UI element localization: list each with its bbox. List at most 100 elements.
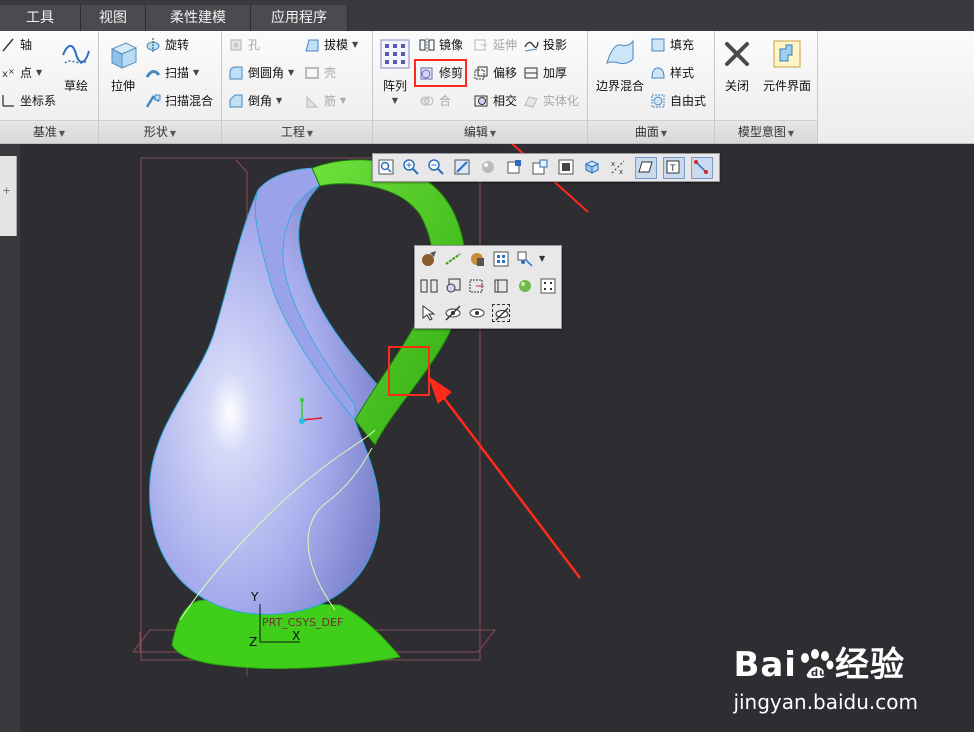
chamfer-label: 倒角 <box>248 94 273 108</box>
group-label-editing[interactable]: 编辑 ▼ <box>373 120 587 143</box>
pattern-button[interactable]: 阵列 ▼ <box>377 37 413 105</box>
fill-button[interactable]: 填充 <box>650 34 694 56</box>
tab-tools[interactable]: 工具 <box>0 5 81 31</box>
group-label-datum[interactable]: 基准 ▼ <box>0 120 98 143</box>
display-style-icon[interactable] <box>557 158 575 176</box>
chamfer-button[interactable]: 倒角 ▼ <box>228 90 282 112</box>
plane-display-icon[interactable] <box>635 157 657 179</box>
mini-mirror-icon[interactable] <box>420 277 438 295</box>
shell-button[interactable]: 壳 <box>304 62 336 84</box>
group-label-model-intent[interactable]: 模型意图 ▼ <box>715 120 817 143</box>
coordinate-system-icon <box>0 93 16 109</box>
mirror-button[interactable]: 镜像 <box>419 34 463 56</box>
project-button[interactable]: 投影 <box>523 34 567 56</box>
mini-grid-icon[interactable] <box>539 277 557 295</box>
unhide-icon[interactable] <box>492 304 510 322</box>
svg-text:T: T <box>669 164 676 174</box>
revolve-button[interactable]: 旋转 <box>145 34 189 56</box>
rib-dropdown-icon[interactable]: ▼ <box>340 90 346 112</box>
axis-label: 轴 <box>20 38 33 52</box>
point-button[interactable]: x × 点 ▼ <box>0 62 42 84</box>
close-icon <box>720 37 754 71</box>
round-button[interactable]: 倒圆角 ▼ <box>228 62 294 84</box>
csys-button[interactable]: 坐标系 <box>0 90 56 112</box>
solidify-icon <box>523 93 539 109</box>
thicken-button[interactable]: 加厚 <box>523 62 567 84</box>
group-label-engineering[interactable]: 工程 ▼ <box>222 120 372 143</box>
hide-icon[interactable] <box>444 304 462 322</box>
watermark-brand: Bai du 经验 <box>733 637 918 686</box>
hole-button[interactable]: 孔 <box>228 34 260 56</box>
sweep-dropdown-icon[interactable]: ▼ <box>193 62 199 84</box>
boundary-blend-button[interactable]: 边界混合 <box>592 37 648 94</box>
close-button[interactable]: 关闭 <box>719 37 755 94</box>
group-label-surfaces[interactable]: 曲面 ▼ <box>588 120 714 143</box>
group-model-intent-title: 模型意图 <box>737 125 786 139</box>
mini-solid-icon[interactable] <box>516 277 534 295</box>
point-display-icon[interactable] <box>691 157 713 179</box>
axis-label-x: X <box>292 629 301 643</box>
panel-expand-icon[interactable]: + <box>2 184 11 197</box>
model-tree-panel-edge[interactable]: + <box>0 156 17 236</box>
tab-flexible-modeling[interactable]: 柔性建模 <box>146 5 251 31</box>
merge-button[interactable]: 合 <box>419 90 451 112</box>
point-icon: x × <box>0 65 16 81</box>
swept-blend-button[interactable]: 扫描混合 <box>145 90 213 112</box>
freestyle-button[interactable]: 自由式 <box>650 90 706 112</box>
round-icon <box>228 65 244 81</box>
grid-select-icon[interactable] <box>492 250 510 268</box>
axis-icon <box>0 37 16 53</box>
component-interface-button[interactable]: 元件界面 <box>759 37 815 94</box>
intersect-button[interactable]: 相交 <box>473 90 517 112</box>
pattern-dropdown-icon[interactable]: ▼ <box>377 96 413 105</box>
thicken-icon <box>523 65 539 81</box>
extrude-label: 拉伸 <box>110 79 135 93</box>
graphics-window[interactable]: Y Z X PRT_CSYS_DEF Bai du 经验 jingyan.baidu… <box>20 144 974 732</box>
refit-icon[interactable] <box>377 158 395 176</box>
datum-plane-icon[interactable] <box>516 250 534 268</box>
extend-button[interactable]: 延伸 <box>473 34 517 56</box>
round-dropdown-icon[interactable]: ▼ <box>288 62 294 84</box>
mini-thicken-icon[interactable] <box>492 277 510 295</box>
zoom-out-icon[interactable] <box>427 158 445 176</box>
annotation-display-icon[interactable]: T <box>663 157 685 179</box>
group-datum-dropdown-icon: ▼ <box>58 129 66 138</box>
mini-toolbar-dropdown-icon[interactable]: ▼ <box>539 250 557 268</box>
draft-dropdown-icon[interactable]: ▼ <box>352 34 358 56</box>
watermark-url: jingyan.baidu.com <box>733 690 918 714</box>
color-icon[interactable] <box>468 250 486 268</box>
paw-icon: du <box>797 648 835 680</box>
tab-view[interactable]: 视图 <box>81 5 146 31</box>
sketch-button[interactable]: 草绘 <box>56 37 96 94</box>
extrude-button[interactable]: 拉伸 <box>103 37 143 94</box>
appearance-icon[interactable] <box>420 250 438 268</box>
axis-button[interactable]: 轴 <box>0 34 32 56</box>
chamfer-dropdown-icon[interactable]: ▼ <box>276 90 282 112</box>
group-label-shapes[interactable]: 形状 ▼ <box>99 120 221 143</box>
spin-center-icon[interactable] <box>479 158 497 176</box>
freestyle-label: 自由式 <box>670 94 707 108</box>
view-manager-icon[interactable] <box>505 158 523 176</box>
zoom-in-icon[interactable] <box>402 158 420 176</box>
point-dropdown-icon[interactable]: ▼ <box>36 62 42 84</box>
group-engineering-title: 工程 <box>280 125 305 139</box>
merge-label: 合 <box>439 94 452 108</box>
solidify-button[interactable]: 实体化 <box>523 90 579 112</box>
mini-trim-icon[interactable] <box>444 277 462 295</box>
perspective-view-icon[interactable] <box>583 158 601 176</box>
tab-applications[interactable]: 应用程序 <box>251 5 348 31</box>
repaint-icon[interactable] <box>453 158 471 176</box>
group-model-intent: 关闭 元件界面 模型意图 ▼ <box>715 31 818 143</box>
mini-extend-icon[interactable] <box>468 277 486 295</box>
watermark-brand-text2: 经验 <box>834 645 905 685</box>
chain-icon[interactable] <box>444 250 462 268</box>
mini-select-icon[interactable] <box>420 304 438 322</box>
datum-display-icon[interactable]: xx <box>609 158 627 176</box>
show-icon[interactable] <box>468 304 486 322</box>
saved-orientations-icon[interactable] <box>531 158 549 176</box>
offset-button[interactable]: 偏移 <box>473 62 517 84</box>
style-button[interactable]: 样式 <box>650 62 694 84</box>
rib-button[interactable]: 筋 ▼ <box>304 90 346 112</box>
sweep-button[interactable]: 扫描 ▼ <box>145 62 199 84</box>
draft-button[interactable]: 拔模 ▼ <box>304 34 358 56</box>
